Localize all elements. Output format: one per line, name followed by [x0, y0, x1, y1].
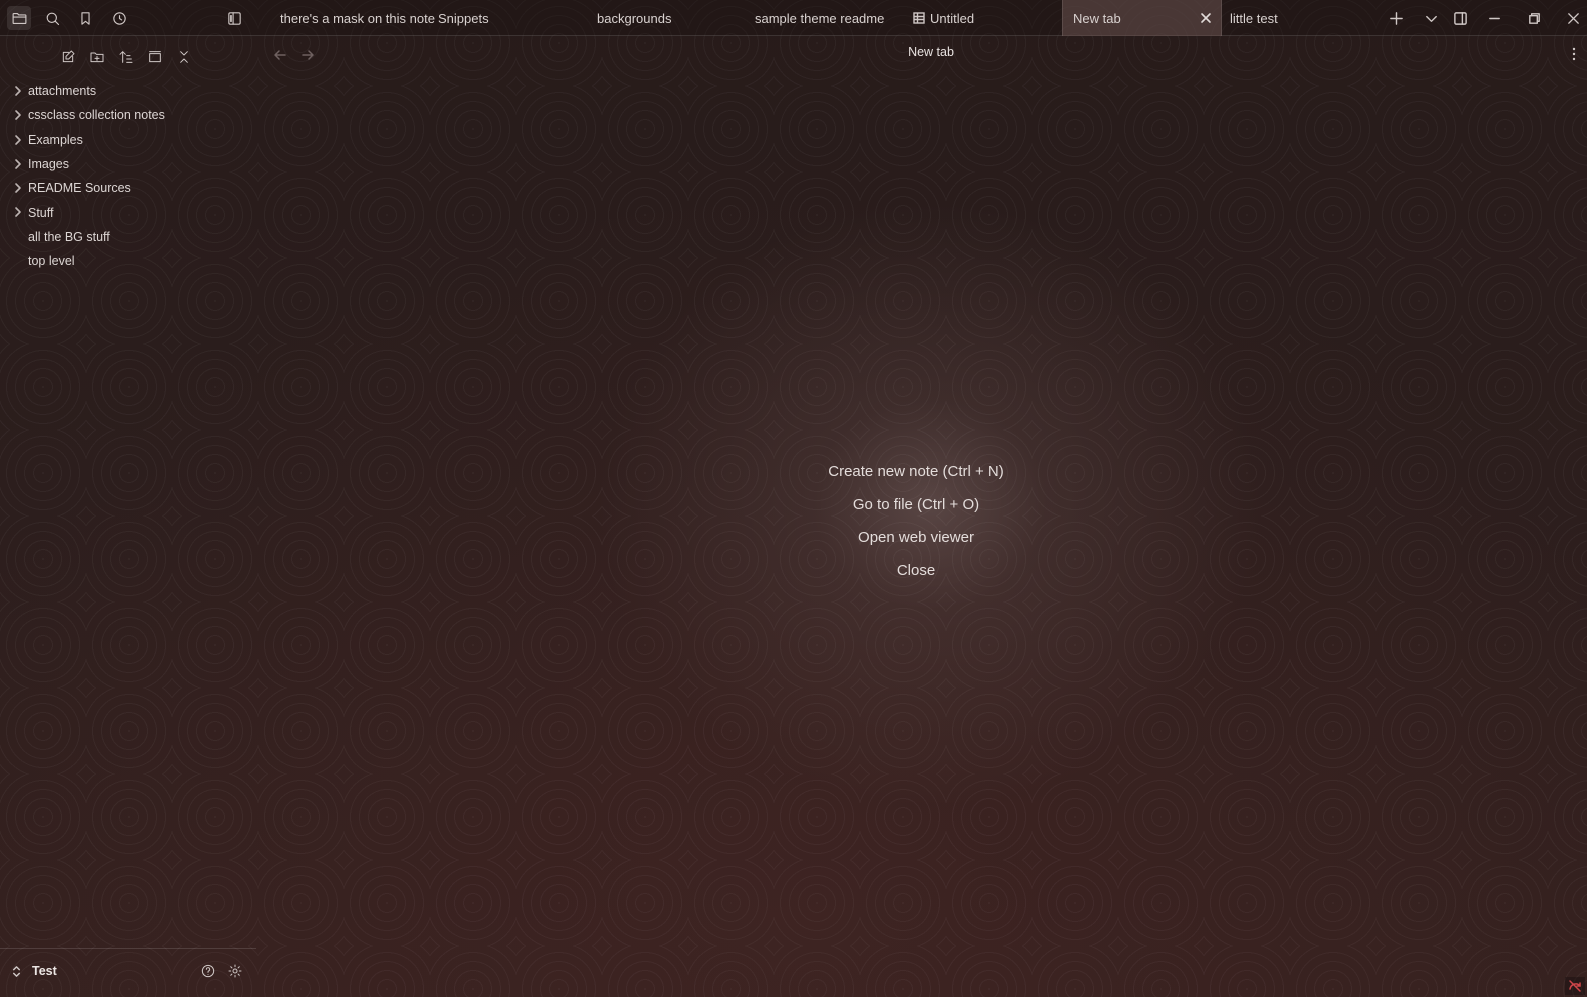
bookmark-icon[interactable] [73, 6, 97, 30]
new-note-icon[interactable] [57, 46, 79, 68]
folder-attachments[interactable]: attachments [0, 79, 256, 103]
create-new-note-link[interactable]: Create new note (Ctrl + N) [828, 461, 1003, 494]
new-tab-icon[interactable] [1386, 8, 1406, 28]
tree-item-label: Examples [28, 132, 83, 147]
more-options-icon[interactable] [1567, 45, 1581, 63]
tree-item-label: README Sources [28, 181, 131, 196]
tab-label: Snippets [438, 10, 489, 26]
sort-icon[interactable] [115, 46, 137, 68]
folder-images[interactable]: Images [0, 152, 256, 176]
collapse-all-icon[interactable] [173, 46, 195, 68]
sidebar-toggle-icon[interactable] [222, 6, 246, 30]
empty-state-actions: Create new note (Ctrl + N) Go to file (C… [256, 461, 1576, 593]
chevron-updown-icon [12, 965, 21, 977]
tab-little-test[interactable]: little test [1230, 0, 1278, 36]
new-folder-icon[interactable] [86, 46, 108, 68]
file-explorer: attachments cssclass collection notes Ex… [0, 36, 256, 997]
files-icon[interactable] [7, 6, 31, 30]
close-tab-icon[interactable] [1199, 11, 1213, 25]
minimize-icon[interactable] [1484, 8, 1504, 28]
tab-label: backgrounds [597, 10, 672, 26]
tree-item-label: cssclass collection notes [28, 108, 165, 123]
chevron-right-icon[interactable] [12, 109, 24, 121]
folder-stuff[interactable]: Stuff [0, 200, 256, 224]
main-view: New tab Create new note (Ctrl + N) Go to… [256, 36, 1587, 997]
title-bar: there's a mask on this note Snippets bac… [0, 0, 1587, 36]
tab-untitled[interactable]: Untitled [913, 0, 974, 36]
help-icon[interactable] [198, 961, 218, 981]
file-tree: attachments cssclass collection notes Ex… [0, 79, 256, 273]
tab-label: little test [1230, 10, 1278, 26]
file-top-level[interactable]: top level [0, 249, 256, 273]
close-window-icon[interactable] [1563, 8, 1583, 28]
table-icon [913, 12, 925, 24]
tab-snippets[interactable]: Snippets [438, 0, 489, 36]
go-to-file-link[interactable]: Go to file (Ctrl + O) [853, 494, 979, 527]
tab-new-tab[interactable]: New tab [1062, 0, 1222, 36]
vault-name: Test [32, 964, 57, 978]
chevron-right-icon[interactable] [12, 182, 24, 194]
tree-item-label: Stuff [28, 205, 54, 220]
tab-backgrounds[interactable]: backgrounds [597, 0, 671, 36]
tab-label: Untitled [930, 10, 975, 26]
chevron-right-icon[interactable] [12, 134, 24, 146]
tab-list-chevron-icon[interactable] [1421, 8, 1441, 28]
tree-item-label: Images [28, 157, 69, 172]
close-tab-link[interactable]: Close [897, 560, 935, 593]
folder-readme-sources[interactable]: README Sources [0, 176, 256, 200]
folder-cssclass-collection-notes[interactable]: cssclass collection notes [0, 103, 256, 127]
tab-label: there's a mask on this note [280, 10, 435, 26]
chevron-right-icon[interactable] [12, 85, 24, 97]
chevron-right-icon[interactable] [12, 206, 24, 218]
vault-footer: Test [0, 948, 256, 997]
view-header-title: New tab [908, 45, 954, 59]
chevron-right-icon[interactable] [12, 158, 24, 170]
tab-label: sample theme readme [755, 10, 885, 26]
right-sidebar-toggle-icon[interactable] [1450, 8, 1470, 28]
tab-mask-note[interactable]: there's a mask on this note [280, 0, 435, 36]
vault-switcher[interactable]: Test [10, 960, 57, 982]
file-all-the-bg-stuff[interactable]: all the BG stuff [0, 225, 256, 249]
auto-reveal-icon[interactable] [144, 46, 166, 68]
search-icon[interactable] [40, 6, 64, 30]
gear-icon[interactable] [225, 961, 245, 981]
tab-sample-theme-readme[interactable]: sample theme readme [755, 0, 884, 36]
app-window: there's a mask on this note Snippets bac… [0, 0, 1587, 997]
tree-item-label: all the BG stuff [28, 229, 110, 244]
clock-icon[interactable] [107, 6, 131, 30]
folder-examples[interactable]: Examples [0, 128, 256, 152]
tree-item-label: top level [28, 254, 75, 269]
tab-label: New tab [1073, 10, 1121, 26]
restore-icon[interactable] [1524, 8, 1544, 28]
sync-error-icon[interactable] [1565, 977, 1585, 995]
open-web-viewer-link[interactable]: Open web viewer [858, 527, 974, 560]
tree-item-label: attachments [28, 84, 97, 99]
